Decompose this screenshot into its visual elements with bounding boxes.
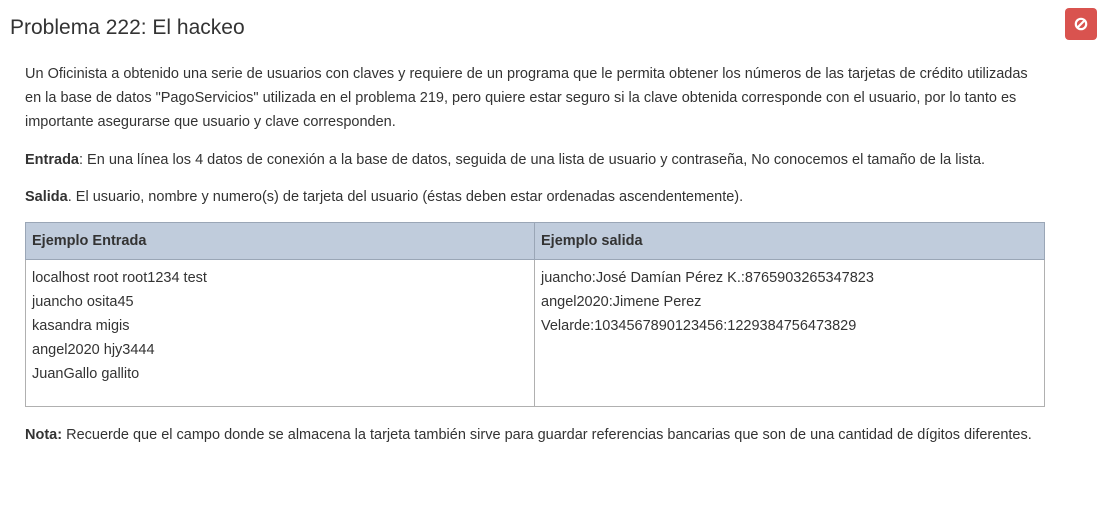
examples-table: Ejemplo Entrada Ejemplo salida localhost… — [25, 222, 1045, 407]
salida-text: . El usuario, nombre y numero(s) de tarj… — [67, 189, 744, 205]
page-title: Problema 222: El hackeo — [10, 16, 245, 39]
input-line: kasandra migis — [32, 318, 130, 334]
input-line: juancho osita45 — [32, 294, 134, 310]
salida-label: Salida — [25, 189, 68, 205]
output-line: juancho:José Damían Pérez K.:87659032653… — [541, 270, 874, 286]
entrada-text: : En una línea los 4 datos de conexión a… — [79, 152, 986, 168]
table-row: localhost root root1234 test juancho osi… — [25, 259, 1045, 407]
problem-statement: Un Oficinista a obtenido una serie de us… — [25, 62, 1045, 460]
header-output: Ejemplo salida — [534, 222, 1045, 260]
input-line: angel2020 hjy3444 — [32, 342, 155, 358]
entrada-label: Entrada — [25, 152, 79, 168]
problem-description: Un Oficinista a obtenido una serie de us… — [25, 66, 1028, 130]
input-line: localhost root root1234 test — [32, 270, 207, 286]
example-input-cell: localhost root root1234 test juancho osi… — [25, 259, 535, 407]
table-header-row: Ejemplo Entrada Ejemplo salida — [25, 222, 1045, 260]
header-input: Ejemplo Entrada — [25, 222, 535, 260]
nota-text: Recuerde que el campo donde se almacena … — [62, 427, 1032, 443]
output-line: angel2020:Jimene Perez — [541, 294, 702, 310]
nota-label: Nota: — [25, 427, 63, 443]
output-line: Velarde:1034567890123456:122938475647382… — [541, 318, 857, 334]
entrada-section: Entrada: En una línea los 4 datos de con… — [25, 148, 1045, 172]
input-line: JuanGallo gallito — [32, 366, 140, 382]
example-output-cell: juancho:José Damían Pérez K.:87659032653… — [534, 259, 1045, 407]
close-button[interactable] — [1065, 8, 1097, 40]
nota-section: Nota: Recuerde que el campo donde se alm… — [25, 423, 1045, 447]
salida-section: Salida. El usuario, nombre y numero(s) d… — [25, 185, 1045, 209]
ban-icon — [1074, 17, 1088, 31]
